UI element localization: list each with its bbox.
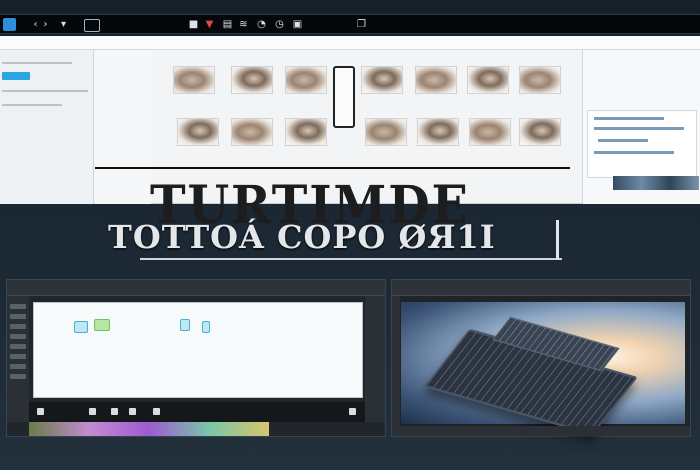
tool-button[interactable]	[10, 334, 26, 339]
editor-menubar	[0, 36, 700, 50]
tool-button[interactable]	[10, 374, 26, 379]
tool-button[interactable]	[10, 364, 26, 369]
editor-window: TURTIMDE	[0, 36, 700, 236]
property-row	[598, 139, 648, 142]
forward-icon[interactable]: ›	[40, 19, 51, 30]
dropdown-icon[interactable]: ▾	[58, 19, 69, 30]
thumbnail[interactable]	[285, 66, 327, 94]
speed-icon[interactable]: ≋	[238, 19, 249, 30]
left-panel	[0, 50, 94, 204]
gauge-icon[interactable]: ◔	[256, 19, 267, 30]
middle-panel	[95, 50, 151, 204]
render-viewport[interactable]	[401, 302, 685, 436]
node-canvas[interactable]	[33, 302, 363, 398]
3d-viewport-window	[391, 279, 691, 437]
loop-icon[interactable]	[111, 408, 118, 415]
stop-icon[interactable]	[89, 408, 96, 415]
thumbnail[interactable]	[173, 66, 215, 94]
close-icon[interactable]	[349, 408, 356, 415]
property-row	[594, 117, 664, 120]
node[interactable]	[94, 319, 110, 331]
divider	[95, 167, 570, 169]
tool-sidebar	[392, 296, 400, 426]
top-toolbar: ‹ › ▾ ■ ▼ ▤ ≋ ◔ ◷ ▣ ❐	[0, 14, 700, 34]
node-editor-window	[6, 279, 386, 437]
subtitle-underline	[140, 258, 562, 260]
thumbnail[interactable]	[365, 118, 407, 146]
thumbnail[interactable]	[519, 66, 561, 94]
tool-button[interactable]	[10, 304, 26, 309]
property-row	[594, 151, 674, 154]
color-dock	[29, 422, 269, 436]
thumbnail[interactable]	[231, 118, 273, 146]
window-toolbar	[7, 280, 385, 296]
status-bar	[392, 426, 690, 436]
panel-row	[2, 104, 62, 106]
play-icon[interactable]	[37, 408, 44, 415]
toolbar-field[interactable]	[84, 19, 100, 32]
tool-button[interactable]	[10, 314, 26, 319]
thumbnail[interactable]	[469, 118, 511, 146]
panel-row	[2, 90, 88, 92]
panel-row	[2, 62, 72, 64]
node[interactable]	[202, 321, 210, 333]
photo-icon[interactable]: ▣	[292, 19, 303, 30]
subtitle: TOTTOÁ COPO ØЯ1I	[108, 218, 496, 256]
film-icon[interactable]: ▤	[222, 19, 233, 30]
thumbnail[interactable]	[467, 66, 509, 94]
marker-icon[interactable]	[129, 408, 136, 415]
thumbnail[interactable]	[285, 118, 327, 146]
timeline-bar	[29, 402, 365, 422]
right-panel	[582, 50, 700, 204]
phone-frame[interactable]	[333, 66, 355, 128]
text-cursor	[556, 220, 559, 260]
thumbnail[interactable]	[415, 66, 457, 94]
tool-sidebar	[7, 296, 29, 422]
app-icon[interactable]	[3, 18, 16, 31]
properties-card	[587, 110, 697, 178]
chevron-icon[interactable]: ▼	[204, 19, 215, 30]
window-icon[interactable]: ❐	[356, 19, 367, 30]
node[interactable]	[74, 321, 88, 333]
tool-button[interactable]	[10, 344, 26, 349]
selected-layer[interactable]	[2, 72, 30, 80]
thumbnail[interactable]	[417, 118, 459, 146]
thumbnail[interactable]	[177, 118, 219, 146]
preview-strip	[613, 176, 699, 190]
record-icon[interactable]: ■	[188, 19, 199, 30]
property-row	[594, 127, 684, 130]
timer-icon[interactable]: ◷	[274, 19, 285, 30]
tool-button[interactable]	[10, 354, 26, 359]
thumbnail[interactable]	[231, 66, 273, 94]
right-sidebar	[365, 296, 385, 422]
thumbnail-grid	[153, 54, 570, 166]
settings-icon[interactable]	[153, 408, 160, 415]
tool-button[interactable]	[10, 324, 26, 329]
node[interactable]	[180, 319, 190, 331]
window-toolbar	[392, 280, 690, 296]
thumbnail[interactable]	[361, 66, 403, 94]
thumbnail[interactable]	[519, 118, 561, 146]
